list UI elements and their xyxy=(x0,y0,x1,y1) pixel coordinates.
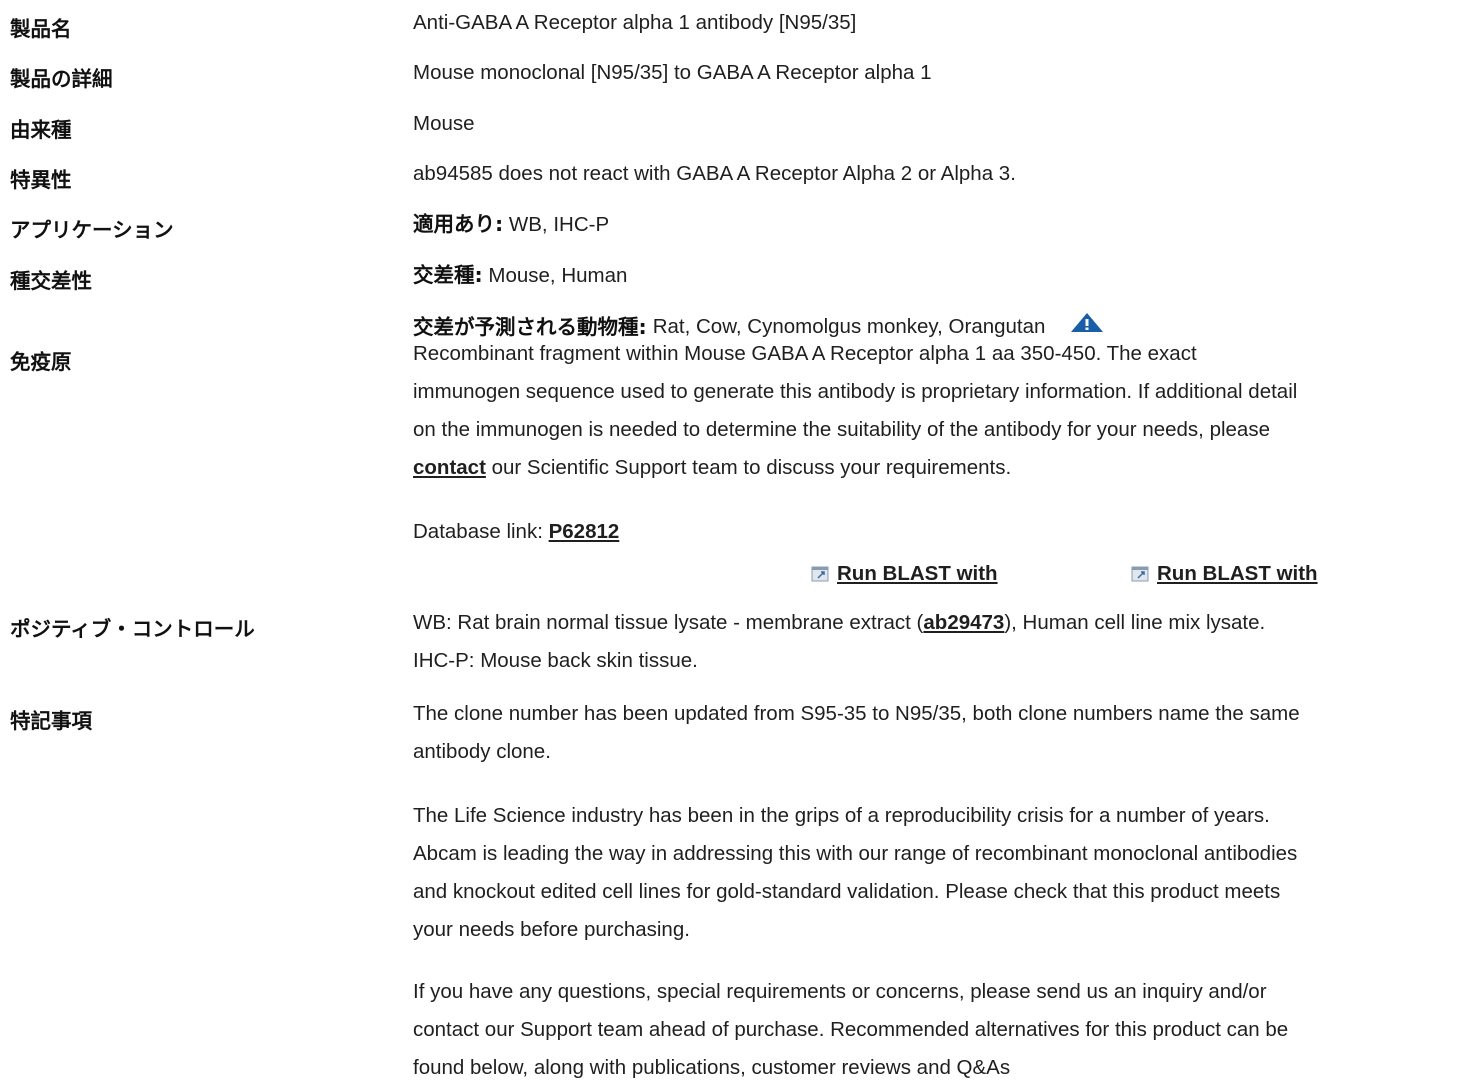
positive-control-post: ), Human cell line mix lysate. xyxy=(1004,611,1266,634)
database-link-line: Database link: P62812 xyxy=(413,513,619,551)
database-link-p62812[interactable]: P62812 xyxy=(549,520,620,543)
value-applications: 適用あり: WB, IHC-P xyxy=(413,205,609,244)
label-reactivity: 種交差性 xyxy=(10,269,92,293)
notes-p1-line-2: antibody clone. xyxy=(413,740,551,763)
run-blast-link-2[interactable]: Run BLAST with xyxy=(1157,562,1318,586)
notes-p3-line-2: contact our Support team ahead of purcha… xyxy=(413,1018,1289,1041)
value-reacts-with: 交差種: Mouse, Human xyxy=(413,256,627,295)
value-host: Mouse xyxy=(413,112,475,135)
applications-prefix: 適用あり: xyxy=(413,212,504,236)
warning-triangle-icon[interactable] xyxy=(1069,312,1105,334)
label-product-detail: 製品の詳細 xyxy=(10,67,113,91)
label-product-name: 製品名 xyxy=(10,17,72,41)
positive-control-line-2: IHC-P: Mouse back skin tissue. xyxy=(413,649,698,672)
external-window-icon xyxy=(811,566,829,582)
label-applications: アプリケーション xyxy=(10,218,174,242)
notes-p1-line-1: The clone number has been updated from S… xyxy=(413,702,1300,725)
ab29473-link[interactable]: ab29473 xyxy=(923,611,1004,634)
label-positive-control: ポジティブ・コントロール xyxy=(10,617,255,641)
run-blast-button-1[interactable]: Run BLAST with xyxy=(811,562,998,586)
notes-p3-line-3: found below, along with publications, cu… xyxy=(413,1056,1011,1079)
contact-link[interactable]: contact xyxy=(413,456,486,479)
label-notes: 特記事項 xyxy=(10,709,92,733)
run-blast-link-1[interactable]: Run BLAST with xyxy=(837,562,998,586)
run-blast-button-2[interactable]: Run BLAST with xyxy=(1131,562,1318,586)
label-immunogen: 免疫原 xyxy=(10,350,72,374)
external-window-icon xyxy=(1131,566,1149,582)
positive-control-line-1: WB: Rat brain normal tissue lysate - mem… xyxy=(413,604,1265,642)
notes-p2-line-3: and knockout edited cell lines for gold-… xyxy=(413,880,1281,903)
value-product-name: Anti-GABA A Receptor alpha 1 antibody [N… xyxy=(413,11,857,34)
value-specificity: ab94585 does not react with GABA A Recep… xyxy=(413,162,1016,185)
immunogen-line-3: on the immunogen is needed to determine … xyxy=(413,418,1270,441)
immunogen-line-1: Recombinant fragment within Mouse GABA A… xyxy=(413,342,1197,365)
reacts-value: Mouse, Human xyxy=(488,264,628,287)
immunogen-line-4-rest: our Scientific Support team to discuss y… xyxy=(485,456,1012,479)
applications-value: WB, IHC-P xyxy=(508,213,610,236)
notes-p2-line-2: Abcam is leading the way in addressing t… xyxy=(413,842,1298,865)
label-specificity: 特異性 xyxy=(10,168,72,192)
immunogen-line-2: immunogen sequence used to generate this… xyxy=(413,380,1298,403)
label-host: 由来種 xyxy=(10,118,72,142)
notes-p3-line-1: If you have any questions, special requi… xyxy=(413,980,1267,1003)
reacts-prefix: 交差種: xyxy=(413,263,483,287)
immunogen-line-4: contact our Scientific Support team to d… xyxy=(413,449,1011,487)
database-link-prefix: Database link: xyxy=(413,520,549,543)
notes-p2-line-4: your needs before purchasing. xyxy=(413,918,690,941)
positive-control-pre: WB: Rat brain normal tissue lysate - mem… xyxy=(413,611,924,634)
value-product-detail: Mouse monoclonal [N95/35] to GABA A Rece… xyxy=(413,61,932,84)
notes-p2-line-1: The Life Science industry has been in th… xyxy=(413,804,1270,827)
